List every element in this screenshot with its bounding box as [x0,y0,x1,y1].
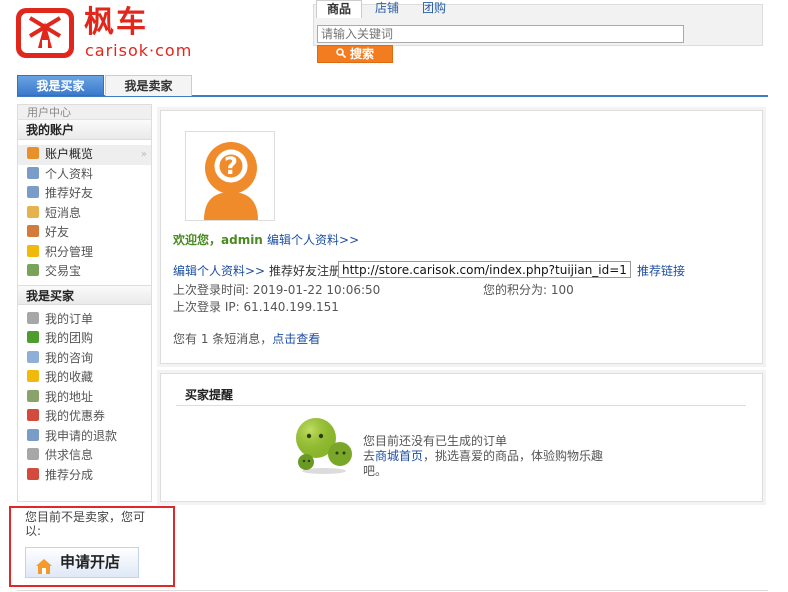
sidebar-item-friend[interactable]: 好友 [18,223,151,243]
sidebar-section-buyer: 我是买家 [18,284,151,305]
trade-icon [27,264,39,276]
messages-notice: 您有 1 条短消息，点击查看 [173,330,320,347]
sidebar-user-center-label: 用户中心 [18,105,151,120]
sidebar-item-profile-card[interactable]: 个人资料 [18,165,151,185]
profile-card-icon [27,166,39,179]
search-tab-shops[interactable]: 店铺 [375,0,399,18]
sidebar-item-label: 我的收藏 [45,370,94,384]
edit-profile-link-2[interactable]: 编辑个人资料>> [173,264,265,278]
points-balance: 您的积分为: 100 [483,283,574,297]
search-tab-group-buy[interactable]: 团购 [422,0,446,18]
search-input[interactable] [317,25,684,43]
green-mascot-icon [294,416,354,474]
site-logo[interactable]: 枫车 carisok·com [16,6,196,62]
logo-chinese-name: 枫车 [84,5,148,40]
recommend-friend-icon [27,186,39,198]
sidebar-item-label: 供求信息 [45,448,94,462]
sidebar-item-label: 推荐分成 [45,467,94,482]
referral-row: 编辑个人资料>> 推荐好友注册: [173,262,345,279]
sidebar-item-refund[interactable]: 我申请的退款 [18,427,151,447]
windmill-logo-icon [16,8,74,58]
supply-icon [27,448,39,460]
tab-buyer[interactable]: 我是买家 [17,75,104,96]
last-login-ip: 上次登录 IP: 61.140.199.151 [173,300,339,314]
sidebar-item-order[interactable]: 我的订单 [18,310,151,330]
go-shop-text: 去商城首页，挑选喜爱的商品，体验购物乐趣吧。 [363,449,613,479]
referral-label: 推荐好友注册: [268,264,345,278]
account-menu: 账户概览个人资料推荐好友短消息好友积分管理交易宝 [18,140,151,285]
sidebar-item-coupon[interactable]: 我的优惠券 [18,407,151,427]
sidebar-item-label: 我的订单 [45,311,94,326]
sidebar-item-star[interactable]: 积分管理 [18,243,151,263]
sidebar-item-label: 短消息 [45,205,82,220]
sidebar-item-supply[interactable]: 供求信息 [18,446,151,466]
search-tab-goods[interactable]: 商品 [316,0,363,18]
avatar[interactable]: ? [185,131,275,221]
sidebar-item-address[interactable]: 我的地址 [18,388,151,408]
sidebar-item-recommend-friend[interactable]: 推荐好友 [18,184,151,204]
sidebar-item-label: 个人资料 [45,166,94,181]
sidebar-item-group-buy[interactable]: 我的团购 [18,329,151,349]
envelope-icon [27,205,39,218]
sidebar-item-label: 推荐好友 [45,186,94,200]
sidebar-item-favorite-star[interactable]: 我的收藏 [18,368,151,388]
shop-home-link[interactable]: 商城首页 [375,449,423,463]
tab-seller[interactable]: 我是卖家 [105,75,192,96]
sidebar-item-label: 我的优惠券 [45,409,106,423]
messages-count-text: 您有 1 条短消息， [173,332,273,346]
no-orders-message: 您目前还没有已生成的订单 去商城首页，挑选喜爱的商品，体验购物乐趣吧。 [363,434,613,479]
sidebar-item-label: 好友 [45,225,70,239]
reminder-title: 买家提醒 [176,386,746,406]
buyer-menu: 我的订单我的团购我的咨询我的收藏我的地址我的优惠券我申请的退款 供求信息推荐分成 [18,305,151,489]
star-icon [27,244,39,257]
commission-icon [27,467,39,480]
highlight-box [9,506,175,587]
go-prefix: 去 [363,449,376,463]
default-avatar-icon: ? [204,142,258,220]
search-icon [336,46,347,62]
logo-english-name: carisok·com [85,41,193,60]
refund-icon [27,428,39,441]
sidebar-item-label: 账户概览 [45,147,94,161]
sidebar: 用户中心 我的账户 账户概览个人资料推荐好友短消息好友积分管理交易宝 我是买家 … [17,104,152,502]
welcome-text: 欢迎您，admin 编辑个人资料>> [173,231,359,248]
last-login-time: 上次登录时间: 2019-01-22 10:06:50 [173,283,381,297]
welcome-user: 欢迎您，admin [173,233,263,247]
coupon-icon [27,409,39,421]
role-tabs: 我是买家 我是卖家 [17,75,768,97]
referral-url-field[interactable] [338,261,631,278]
referral-link[interactable]: 推荐链接 [637,262,685,279]
view-messages-link[interactable]: 点击查看 [272,332,320,346]
sidebar-item-consult[interactable]: 我的咨询 [18,349,151,369]
sidebar-item-envelope[interactable]: 短消息 [18,204,151,224]
order-icon [27,311,39,324]
search-button[interactable]: 搜索 [317,45,393,63]
group-buy-icon [27,331,39,343]
sidebar-item-trade[interactable]: 交易宝 [18,262,151,282]
svg-text:?: ? [224,152,238,180]
sidebar-item-home[interactable]: 账户概览 [18,145,151,165]
friend-icon [27,225,39,237]
consult-icon [27,350,39,363]
favorite-star-icon [27,370,39,382]
sidebar-item-label: 交易宝 [45,264,82,278]
sidebar-item-label: 我申请的退款 [45,428,118,443]
sidebar-item-label: 我的地址 [45,389,94,404]
sidebar-item-label: 积分管理 [45,244,94,259]
no-orders-text: 您目前还没有已生成的订单 [363,434,508,448]
sidebar-section-my-account: 我的账户 [18,120,151,140]
sidebar-item-label: 我的团购 [45,331,94,345]
sidebar-item-label: 我的咨询 [45,350,94,365]
footer-divider [17,590,768,591]
search-button-label: 搜索 [349,47,374,61]
edit-profile-link[interactable]: 编辑个人资料>> [267,233,359,247]
address-icon [27,389,39,402]
sidebar-item-commission[interactable]: 推荐分成 [18,466,151,486]
home-icon [27,147,39,159]
